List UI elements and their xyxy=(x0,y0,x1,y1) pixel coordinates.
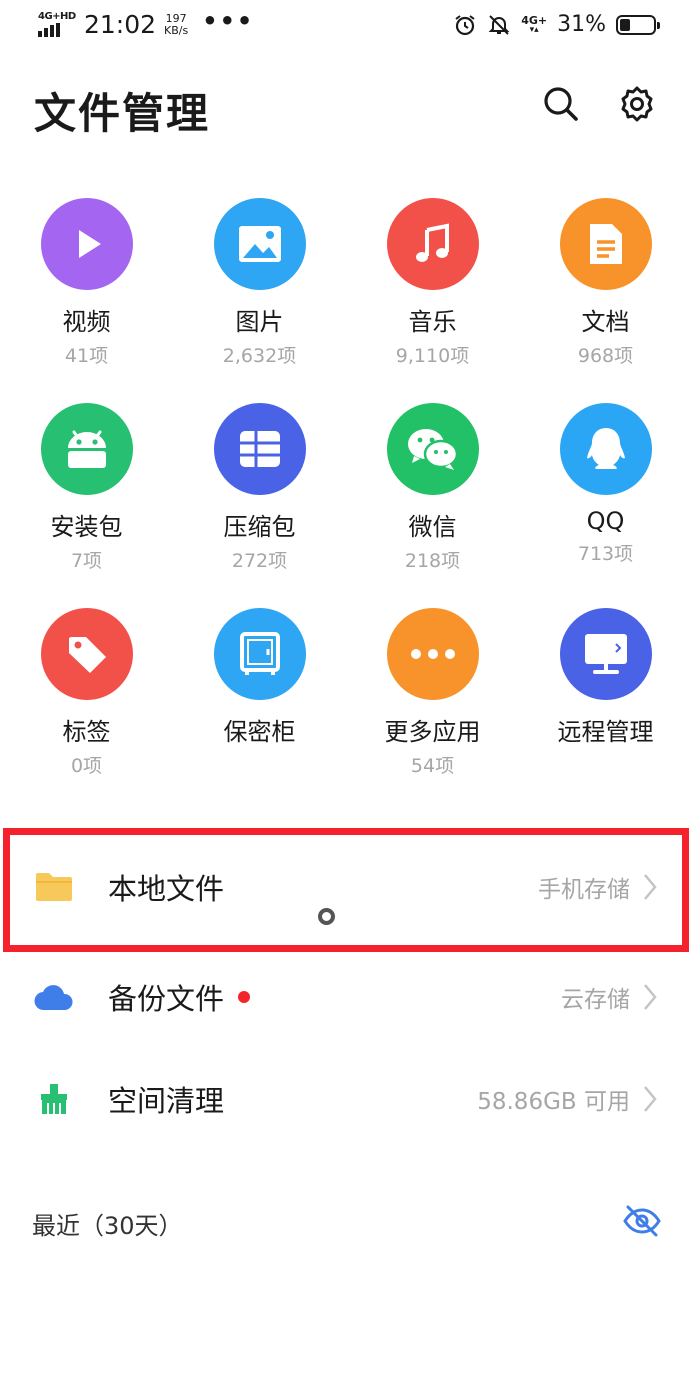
category-count: 272项 xyxy=(231,550,288,572)
category-count: 7项 xyxy=(70,550,103,572)
category-count: 9,110项 xyxy=(395,345,470,367)
eye-hidden-icon[interactable] xyxy=(622,1204,662,1238)
mute-bell-icon xyxy=(488,14,510,35)
mobile-data-icon: 4G+ ▾▴ xyxy=(521,13,548,35)
category-apk[interactable]: 安装包 7项 xyxy=(0,403,173,608)
android-icon xyxy=(67,430,106,468)
storage-list: 本地文件 手机存储 备份文件 云存储 空间清理 58.86GB 可用 xyxy=(0,828,692,1150)
list-item-backup-files[interactable]: 备份文件 云存储 xyxy=(0,946,692,1048)
category-count: 54项 xyxy=(410,755,455,777)
category-count: 713项 xyxy=(577,543,634,565)
more-apps-icon xyxy=(410,649,455,659)
list-item-label: 备份文件 xyxy=(108,976,251,1018)
chevron-right-icon xyxy=(644,874,657,900)
list-item-label: 空间清理 xyxy=(108,1084,225,1118)
gear-icon xyxy=(621,86,653,122)
category-icon-bg xyxy=(559,403,652,495)
category-count: 41项 xyxy=(64,345,109,367)
play-icon xyxy=(78,230,101,258)
cloud-icon xyxy=(34,977,74,1017)
status-right: 4G+ ▾▴ 31% xyxy=(453,12,660,37)
category-icon-bg xyxy=(559,198,652,290)
archive-icon xyxy=(239,431,280,467)
document-icon xyxy=(589,224,622,264)
category-label: 保密柜 xyxy=(223,718,296,746)
touch-cursor xyxy=(318,908,335,925)
category-images[interactable]: 图片 2,632项 xyxy=(173,198,346,403)
image-icon xyxy=(238,226,281,262)
signal-icon: 4G+HD xyxy=(38,11,76,39)
category-label: 微信 xyxy=(408,513,457,541)
category-label: 文档 xyxy=(581,308,630,336)
network-type: 4G+HD xyxy=(38,10,76,22)
category-wechat[interactable]: 微信 218项 xyxy=(346,403,519,608)
category-label: 图片 xyxy=(235,308,284,336)
page-title: 文件管理 xyxy=(34,89,211,138)
category-icon-bg xyxy=(40,403,133,495)
status-left: 4G+HD 21:02 197 KB/s ••• xyxy=(38,6,255,39)
category-qq[interactable]: QQ 713项 xyxy=(519,403,692,608)
category-music[interactable]: 音乐 9,110项 xyxy=(346,198,519,403)
category-label: 视频 xyxy=(62,308,111,336)
category-icon-bg xyxy=(386,403,479,495)
category-label: 安装包 xyxy=(50,513,123,541)
alarm-icon xyxy=(455,14,475,35)
category-count: 0项 xyxy=(70,755,103,777)
category-grid: 视频 41项 图片 2,632项 音乐 9,110项 文档 968项 安装包 7… xyxy=(0,198,692,813)
category-icon-bg xyxy=(386,198,479,290)
category-remote[interactable]: 远程管理 xyxy=(519,608,692,813)
more-notifications-icon: ••• xyxy=(202,6,255,35)
wechat-icon xyxy=(407,429,458,470)
category-label: 远程管理 xyxy=(557,718,654,746)
category-icon-bg xyxy=(213,403,306,495)
search-button[interactable] xyxy=(539,82,583,126)
list-item-space-cleanup[interactable]: 空间清理 58.86GB 可用 xyxy=(0,1048,692,1150)
category-safe[interactable]: 保密柜 xyxy=(173,608,346,813)
clock: 21:02 xyxy=(84,10,157,39)
category-label: 更多应用 xyxy=(384,718,481,746)
broom-icon xyxy=(34,1079,74,1119)
battery-percent: 31% xyxy=(557,12,606,37)
recent-section-title: 最近（30天） xyxy=(32,1212,183,1240)
list-item-local-files[interactable]: 本地文件 手机存储 xyxy=(0,828,692,952)
chevron-right-icon xyxy=(644,984,657,1010)
category-icon-bg xyxy=(386,608,479,700)
list-item-sub: 58.86GB 可用 xyxy=(477,1089,630,1115)
category-label: QQ xyxy=(586,507,625,535)
new-badge-dot xyxy=(238,991,251,1003)
category-label: 音乐 xyxy=(408,308,457,336)
list-item-sub: 云存储 xyxy=(561,987,630,1013)
chevron-right-icon xyxy=(644,1086,657,1112)
search-icon xyxy=(544,87,578,121)
qq-icon xyxy=(586,428,625,469)
tag-icon xyxy=(68,637,106,673)
category-icon-bg xyxy=(213,608,306,700)
list-item-label: 本地文件 xyxy=(108,872,225,906)
list-item-sub: 手机存储 xyxy=(538,877,630,903)
music-icon xyxy=(415,223,449,262)
monitor-icon xyxy=(584,634,627,674)
folder-icon xyxy=(34,867,74,907)
category-more-apps[interactable]: 更多应用 54项 xyxy=(346,608,519,813)
settings-button[interactable] xyxy=(615,82,659,126)
category-count: 968项 xyxy=(577,345,634,367)
category-archive[interactable]: 压缩包 272项 xyxy=(173,403,346,608)
status-bar: 4G+HD 21:02 197 KB/s ••• 4G+ ▾▴ 31% xyxy=(0,0,692,56)
category-documents[interactable]: 文档 968项 xyxy=(519,198,692,403)
battery-icon xyxy=(616,14,660,35)
category-icon-bg xyxy=(213,198,306,290)
category-icon-bg xyxy=(559,608,652,700)
category-label: 压缩包 xyxy=(223,513,296,541)
category-count: 218项 xyxy=(404,550,461,572)
category-count: 2,632项 xyxy=(222,345,297,367)
category-label: 标签 xyxy=(62,718,111,746)
category-tags[interactable]: 标签 0项 xyxy=(0,608,173,813)
net-speed: 197 KB/s xyxy=(164,11,189,37)
category-icon-bg xyxy=(40,608,133,700)
category-video[interactable]: 视频 41项 xyxy=(0,198,173,403)
category-icon-bg xyxy=(40,198,133,290)
safe-icon xyxy=(239,632,280,675)
